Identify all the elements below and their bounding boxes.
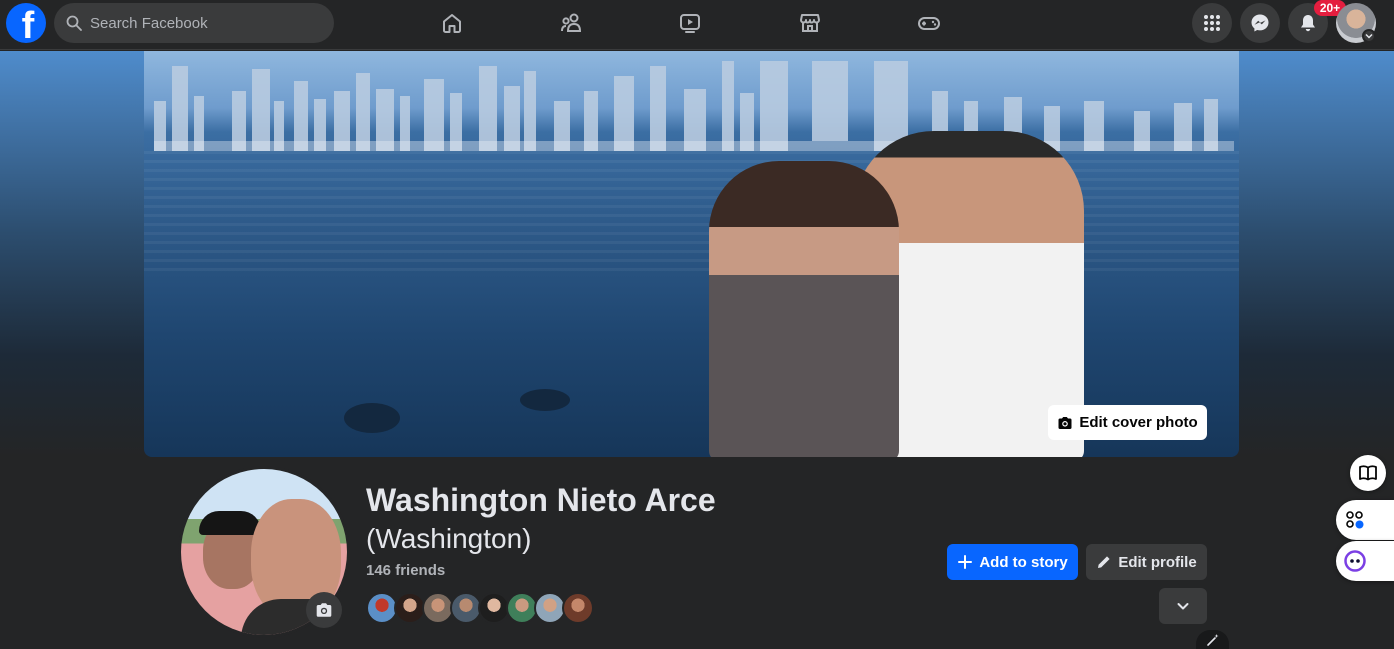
- add-to-story-button[interactable]: Add to story: [947, 544, 1078, 580]
- marketplace-icon: [800, 14, 820, 32]
- edit-profile-label: Edit profile: [1118, 553, 1197, 571]
- friends-icon: [561, 13, 582, 32]
- edit-cover-photo-label: Edit cover photo: [1079, 414, 1198, 431]
- search-icon: [66, 15, 82, 31]
- book-icon: [1359, 465, 1377, 481]
- camera-icon: [316, 603, 332, 617]
- reader-widget[interactable]: [1350, 455, 1386, 491]
- friends-count[interactable]: 146 friends: [366, 562, 445, 579]
- add-to-story-label: Add to story: [979, 553, 1068, 571]
- search-box[interactable]: [54, 3, 334, 43]
- menu-button[interactable]: [1192, 3, 1232, 43]
- city-skyline: [154, 61, 1234, 151]
- messenger-icon: [1251, 14, 1269, 32]
- menu-grid-icon: [1204, 15, 1220, 31]
- apps-widget[interactable]: [1336, 500, 1394, 540]
- notifications-icon: [1301, 15, 1315, 32]
- profile-name: Washington Nieto Arce: [366, 482, 716, 518]
- search-input[interactable]: [90, 14, 310, 32]
- friend-avatar[interactable]: [562, 592, 594, 624]
- plus-icon: [958, 555, 973, 569]
- facebook-logo[interactable]: f: [6, 3, 46, 43]
- assistant-widget[interactable]: [1336, 541, 1394, 581]
- nav-friends[interactable]: [551, 6, 591, 40]
- more-options-button[interactable]: [1159, 588, 1207, 624]
- gaming-icon: [918, 17, 940, 30]
- assistant-icon: [1344, 550, 1366, 572]
- rock: [520, 389, 570, 411]
- top-navigation-bar: f Search Facebook 20+: [0, 0, 1394, 50]
- update-profile-picture-button[interactable]: [306, 592, 342, 628]
- cover-photo[interactable]: [144, 51, 1239, 457]
- cover-person-woman: [709, 161, 899, 457]
- rock: [344, 403, 400, 433]
- watch-icon: [680, 14, 700, 33]
- nav-home[interactable]: [432, 6, 472, 40]
- chevron-down-icon: [1365, 33, 1373, 39]
- messenger-button[interactable]: [1240, 3, 1280, 43]
- apps-icon: [1346, 511, 1364, 529]
- home-icon: [443, 14, 461, 33]
- edit-profile-button[interactable]: Edit profile: [1086, 544, 1207, 580]
- edit-cover-photo-button[interactable]: Edit cover photo: [1048, 405, 1207, 440]
- magic-wand-icon: [1206, 633, 1218, 646]
- profile-cap: [199, 511, 261, 535]
- facebook-logo-letter: f: [21, 5, 35, 43]
- magic-wand-button[interactable]: [1196, 630, 1229, 649]
- nav-gaming[interactable]: [909, 6, 949, 40]
- chevron-down-icon: [1177, 603, 1189, 610]
- nav-watch[interactable]: [670, 6, 710, 40]
- nav-marketplace[interactable]: [790, 6, 830, 40]
- pencil-icon: [1098, 556, 1110, 568]
- camera-icon: [1058, 416, 1072, 429]
- account-caret[interactable]: [1362, 29, 1376, 43]
- profile-alternate-name: (Washington): [366, 523, 532, 554]
